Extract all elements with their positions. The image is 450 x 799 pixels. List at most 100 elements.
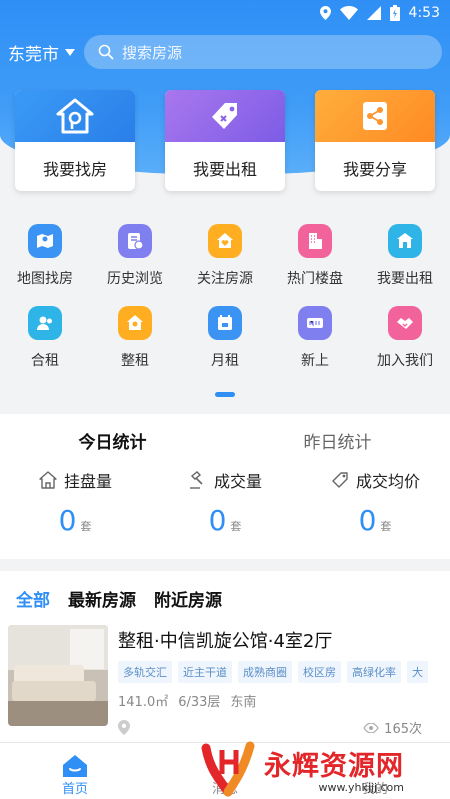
search-placeholder: 搜索房源 [122,43,183,62]
find-house-card[interactable]: 我要找房 [15,90,135,191]
grid-label: 月租 [211,353,239,369]
new-listing-icon [298,306,332,340]
grid-label: 加入我们 [377,353,433,369]
location-pin-icon [118,720,130,735]
grid-item-shared-rent[interactable]: 合租 [0,304,90,386]
tab-nearby[interactable]: 附近房源 [154,586,222,611]
grid-item-history[interactable]: 历史浏览 [90,222,180,304]
price-tag-icon [212,103,237,129]
city-label: 东莞市 [8,44,59,65]
listing-tag: 近主干道 [178,661,232,683]
shared-rent-icon [28,306,62,340]
stat-listings: 挂盘量 0套 [0,466,150,537]
tab-yesterday-stats[interactable]: 昨日统计 [225,428,450,453]
gavel-icon [189,471,203,489]
status-bar: 4:53 [0,0,450,26]
card-label: 我要分享 [342,160,407,179]
listing-tag: 校区房 [298,661,341,683]
listing-meta-row: 165次 [118,718,440,737]
listing-title: 整租·中信凯旋公馆·4室2厅 [118,631,333,652]
building-icon [298,224,332,258]
grid-row: 地图找房 历史浏览 关注房源 热门楼盘 我要出租 [0,222,450,304]
wifi-icon [339,6,358,20]
clock-time: 4:53 [408,5,440,21]
listing-tag: 大 [407,661,428,683]
tag-outline-icon [332,472,348,488]
listing-tag: 多轨交汇 [118,661,172,683]
grid-item-monthly-rent[interactable]: 月租 [180,304,270,386]
follow-house-icon [208,224,242,258]
grid-label: 地图找房 [17,271,73,287]
listing-area: 141.0㎡ [118,695,169,710]
city-selector[interactable]: 东莞市 [8,40,84,65]
grid-item-rent-out[interactable]: 我要出租 [360,222,450,304]
listing-tabs: 全部 最新房源 附近房源 [0,571,450,625]
nav-home[interactable]: 首页 [0,743,150,799]
history-icon [118,224,152,258]
card-label: 我要出租 [192,160,257,179]
stat-average-price: 成交均价 0套 [300,466,450,537]
grid-item-whole-rent[interactable]: 整租 [90,304,180,386]
stat-unit: 套 [380,520,392,533]
stat-value: 0 [358,504,377,537]
map-icon [28,224,62,258]
tab-all[interactable]: 全部 [16,586,50,611]
stats-tabs: 今日统计 昨日统计 [0,414,450,466]
listing-meta: 141.0㎡ 6/33层 东南 [118,691,440,710]
grid-label: 关注房源 [197,271,253,287]
stat-deals: 成交量 0套 [150,466,300,537]
dropdown-arrow-icon [65,48,75,56]
grid-item-new-listing[interactable]: 新上 [270,304,360,386]
grid-label: 整租 [121,353,149,369]
eye-icon [363,722,379,733]
house-search-icon [56,98,94,134]
watermark-text: 永辉资源网 www.yhkjjj.com [264,744,404,794]
stats-panel: 今日统计 昨日统计 挂盘量 0套 成交量 0套 成交均价 0套 [0,414,450,559]
grid-item-join-us[interactable]: 加入我们 [360,304,450,386]
listing-orientation: 东南 [230,695,257,710]
grid-label: 合租 [31,353,59,369]
card-band [165,90,285,142]
nav-label: 首页 [61,782,88,797]
monthly-rent-icon [208,306,242,340]
listing-card[interactable]: 整租·中信凯旋公馆·4室2厅 多轨交汇 近主干道 成熟商圈 校区房 高绿化率 大… [0,625,450,753]
rent-out-icon [388,224,422,258]
handshake-icon [388,306,422,340]
location-icon [319,6,331,20]
watermark-title: 永辉资源网 [264,750,404,782]
listing-info: 整租·中信凯旋公馆·4室2厅 多轨交汇 近主干道 成熟商圈 校区房 高绿化率 大… [118,625,440,753]
rent-out-card[interactable]: 我要出租 [165,90,285,191]
share-icon [363,102,387,130]
stat-unit: 套 [80,520,92,533]
card-band [315,90,435,142]
card-label: 我要找房 [42,160,107,179]
search-bar[interactable]: 搜索房源 [84,35,442,69]
listing-tag: 成熟商圈 [238,661,292,683]
listing-floor: 6/33层 [178,695,221,710]
view-count: 165次 [363,718,422,737]
stat-value: 0 [208,504,227,537]
grid-row: 合租 整租 月租 新上 加入我们 [0,304,450,386]
tab-latest[interactable]: 最新房源 [68,586,136,611]
search-icon [98,44,114,60]
top-bar: 东莞市 搜索房源 [8,34,442,70]
grid-item-hot-buildings[interactable]: 热门楼盘 [270,222,360,304]
stat-label: 成交均价 [355,472,420,491]
quick-action-cards: 我要找房 我要出租 我要分享 [15,90,435,191]
grid-item-map-search[interactable]: 地图找房 [0,222,90,304]
listing-tag: 高绿化率 [347,661,401,683]
grid-label: 历史浏览 [107,271,163,287]
share-card[interactable]: 我要分享 [315,90,435,191]
grid-label: 新上 [301,353,329,369]
watermark-url: www.yhkjjj.com [318,780,405,794]
tab-today-stats[interactable]: 今日统计 [0,428,225,453]
grid-label: 热门楼盘 [287,271,343,287]
watermark: 永辉资源网 www.yhkjjj.com [200,738,450,799]
watermark-logo [200,740,258,798]
card-band [15,90,135,142]
grid-item-follow[interactable]: 关注房源 [180,222,270,304]
stat-label: 挂盘量 [63,472,112,491]
listing-photo [8,625,108,726]
house-outline-icon [39,471,57,489]
whole-rent-icon [118,306,152,340]
